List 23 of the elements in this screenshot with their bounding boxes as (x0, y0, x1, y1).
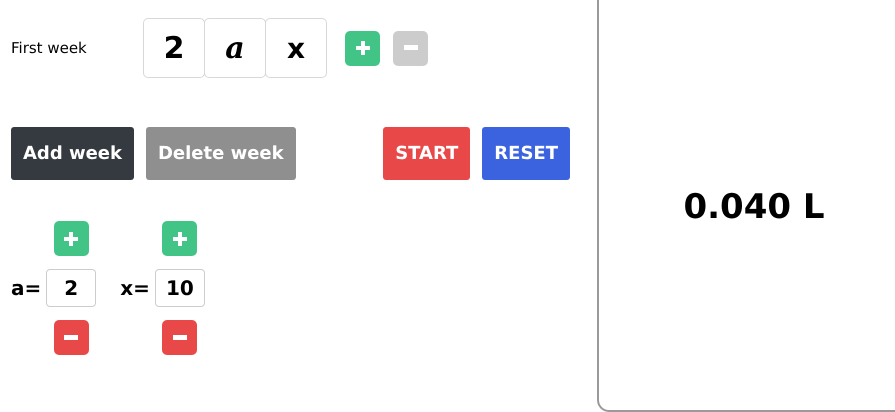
week-label: First week (11, 39, 88, 57)
result-value: 0.040 L (683, 187, 825, 227)
plus-button[interactable] (162, 221, 198, 256)
term-tile: a (204, 18, 266, 78)
plus-icon (63, 230, 80, 246)
action-button[interactable]: START (383, 127, 470, 180)
minus-icon (402, 45, 418, 51)
term-tile: x (265, 18, 327, 78)
action-button[interactable]: RESET (482, 127, 570, 180)
plus-button[interactable] (345, 30, 380, 66)
plus-icon (172, 230, 188, 246)
minus-button[interactable] (54, 320, 89, 355)
action-button[interactable]: Add week (11, 127, 134, 180)
parameter-input[interactable]: 2 (46, 269, 96, 307)
parameter-input[interactable]: 10 (154, 269, 205, 307)
minus-icon (63, 334, 80, 340)
plus-icon (354, 40, 370, 56)
parameter-label: x= (120, 276, 150, 300)
minus-icon (172, 334, 188, 340)
minus-button[interactable] (162, 320, 198, 355)
parameter-label: a= (11, 276, 42, 300)
plus-button[interactable] (54, 221, 89, 256)
term-tile: 2 (143, 18, 205, 78)
